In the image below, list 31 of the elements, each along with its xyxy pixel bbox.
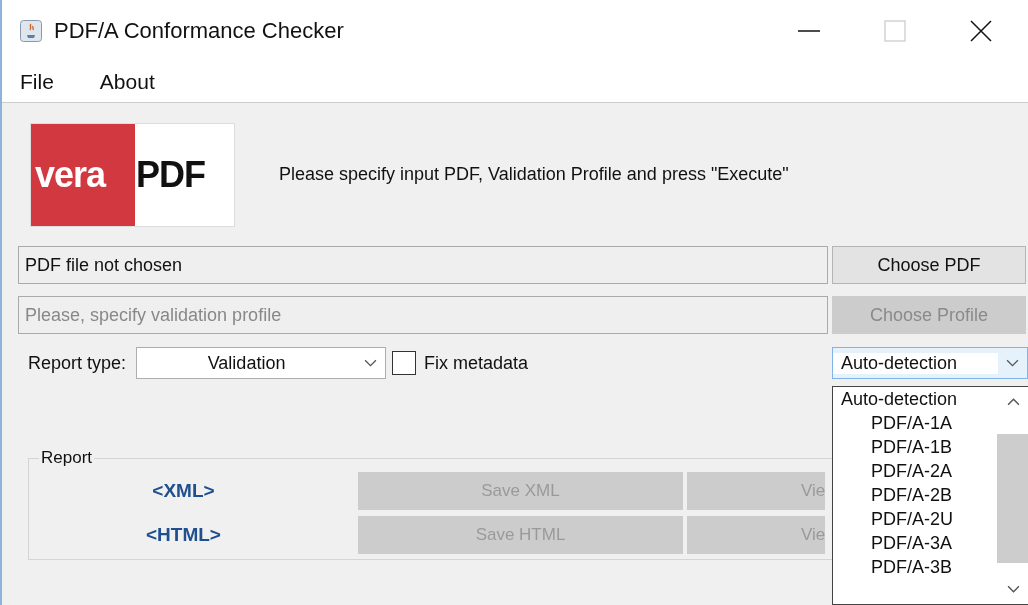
instruction-text: Please specify input PDF, Validation Profile and press "Execute" [279, 164, 789, 185]
choose-pdf-button[interactable]: Choose PDF [832, 246, 1026, 284]
chevron-down-icon [364, 358, 378, 368]
flavour-option[interactable]: PDF/A-3B [833, 555, 997, 579]
logo: vera PDF [30, 122, 235, 227]
file-path-field[interactable]: PDF file not chosen [18, 246, 828, 284]
fix-metadata-checkbox[interactable] [392, 351, 417, 375]
flavour-option[interactable]: PDF/A-2B [833, 483, 997, 507]
flavour-option[interactable]: PDF/A-3A [833, 531, 997, 555]
format-link[interactable]: <HTML> [29, 524, 354, 546]
profile-field[interactable]: Please, specify validation profile [18, 296, 828, 334]
flavour-dropdown[interactable]: Auto-detection [832, 347, 1028, 379]
flavour-option[interactable]: Auto-detection [833, 387, 997, 411]
menu-item[interactable]: About [99, 70, 155, 94]
fix-metadata-label: Fix metadata [424, 352, 529, 374]
menu-item[interactable]: File [20, 70, 54, 94]
close-icon[interactable] [970, 20, 992, 42]
flavour-option[interactable]: PDF/A-2A [833, 459, 997, 483]
flavour-option[interactable]: PDF/A-1A [833, 411, 997, 435]
chevron-down-icon [1006, 358, 1019, 368]
scroll-down-icon[interactable] [1006, 585, 1020, 594]
window-title: PDF/A Conformance Checker [54, 18, 344, 44]
report-type-dropdown[interactable]: Validation [136, 347, 387, 379]
format-link[interactable]: <XML> [29, 480, 354, 502]
report-group-title: Report [40, 448, 94, 468]
flavour-option[interactable]: PDF/A-2U [833, 507, 997, 531]
flavour-option[interactable]: PDF/A-1B [833, 435, 997, 459]
scroll-up-icon[interactable] [1006, 397, 1020, 406]
scrollbar-thumb[interactable] [997, 434, 1028, 563]
report-type-label: Report type: [28, 352, 127, 374]
app-icon [20, 20, 42, 42]
